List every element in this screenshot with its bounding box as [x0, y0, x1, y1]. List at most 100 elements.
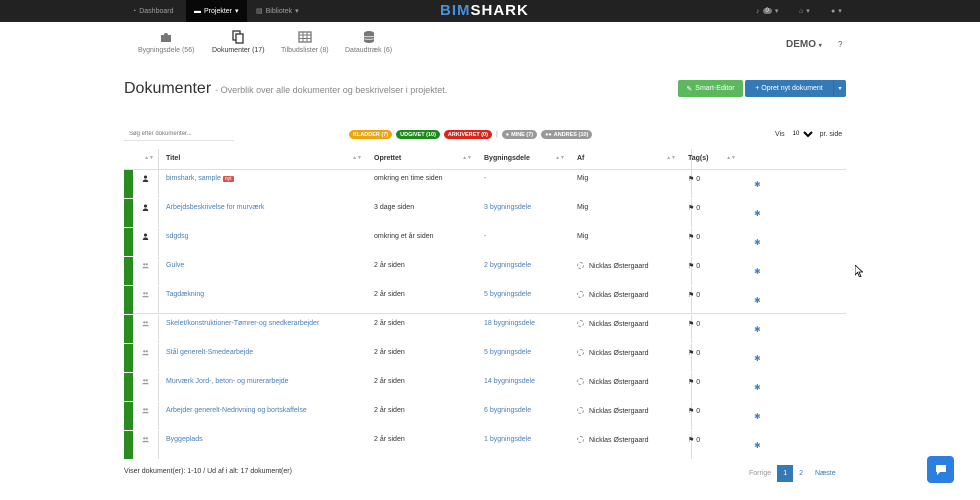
chat-widget-button[interactable] [927, 456, 954, 483]
gear-icon[interactable]: ✱ [754, 441, 761, 450]
filter-arkiveret[interactable]: ARKIVERET (0) [443, 130, 492, 139]
parts-link[interactable]: 5 bygningsdele [484, 291, 531, 298]
header-titel[interactable]: Titel ▲▼ [158, 149, 366, 170]
bell-icon: ♪ [756, 7, 760, 15]
gear-icon[interactable]: ✱ [754, 238, 761, 247]
subnav-dataudtraek[interactable]: Dataudtræk (6) [345, 30, 392, 54]
gear-icon[interactable]: ✱ [754, 296, 761, 305]
subnav-bygningsdele[interactable]: Bygningsdele (56) [138, 30, 194, 54]
pagination-next[interactable]: Næste [809, 465, 842, 482]
document-title-link[interactable]: Stål generelt-Smedearbejde [166, 349, 253, 356]
document-title-link[interactable]: Tagdækning [166, 291, 204, 298]
parts-link[interactable]: 1 bygningsdele [484, 436, 531, 443]
parts-link[interactable]: - [484, 233, 486, 240]
document-title-link[interactable]: Arbejder generelt-Nedrivning og bortskaf… [166, 407, 307, 414]
pagination-prev[interactable]: Forrige [743, 465, 777, 482]
tag-icon: ⚑ [688, 349, 695, 357]
filter-kladder[interactable]: KLADDER (7) [349, 130, 393, 139]
owner-header[interactable]: ▲▼ [133, 149, 158, 170]
smart-editor-button[interactable]: ✎ Smart-Editor [678, 80, 743, 97]
avatar [577, 261, 584, 269]
parts-cell: 3 bygningsdele [476, 198, 569, 228]
folder-icon: ▬ [194, 7, 201, 15]
table-row[interactable]: Tagdækning 2 år siden 5 bygningsdele Nic… [124, 285, 846, 315]
table-row[interactable]: sdgdsg omkring et år siden - Mig ⚑ 0 ✱ [124, 227, 846, 257]
document-title-link[interactable]: sdgdsg [166, 233, 189, 240]
gear-icon[interactable]: ✱ [754, 267, 761, 276]
table-row[interactable]: Arbejdsbeskrivelse for murværk 3 dage si… [124, 198, 846, 228]
table-row[interactable]: bimshark, sample nyt omkring en time side… [124, 169, 846, 199]
owner-cell [133, 169, 158, 199]
nav-projekter[interactable]: ▬ Projekter ▾ [186, 0, 247, 22]
table-row[interactable]: Murværk Jord-, beton- og murerarbejde 2 … [124, 372, 846, 402]
document-title-link[interactable]: Arbejdsbeskrivelse for murværk [166, 204, 264, 211]
filter-mine[interactable]: ● MINE (7) [501, 130, 538, 139]
document-title-link[interactable]: Byggeplads [166, 436, 203, 443]
parts-link[interactable]: 5 bygningsdele [484, 349, 531, 356]
table-row[interactable]: Stål generelt-Smedearbejde 2 år siden 5 … [124, 343, 846, 373]
document-title-link[interactable]: bimshark, sample [166, 175, 221, 182]
notifications-button[interactable]: ♪ 0 ▾ [756, 0, 778, 22]
header-oprettet[interactable]: Oprettet ▲▼ [366, 149, 476, 170]
home-menu-button[interactable]: ⌂ ▾ [799, 0, 810, 22]
pagination-page-1[interactable]: 1 [777, 465, 794, 482]
parts-cell: - [476, 169, 569, 199]
parts-link[interactable]: 18 bygningsdele [484, 320, 535, 327]
parts-link[interactable]: - [484, 175, 486, 182]
bimshark-logo[interactable]: BIMSHARK [440, 2, 529, 19]
document-title-link[interactable]: Murværk Jord-, beton- og murerarbejde [166, 378, 289, 385]
gear-icon[interactable]: ✱ [754, 383, 761, 392]
status-stripe [124, 285, 133, 315]
parts-link[interactable]: 2 bygningsdele [484, 262, 531, 269]
header-af[interactable]: Af ▲▼ [569, 149, 680, 170]
parts-link[interactable]: 3 bygningsdele [484, 204, 531, 211]
project-selector[interactable]: DEMO ▾ [786, 39, 822, 50]
filter-separator: | [495, 131, 498, 138]
tags-cell: ⚑ 0 [680, 401, 740, 431]
title-cell: Stål generelt-Smedearbejde [158, 343, 366, 373]
gear-icon[interactable]: ✱ [754, 180, 761, 189]
nav-dashboard[interactable]: ◔ Dashboard [132, 0, 173, 22]
table-row[interactable]: Arbejder generelt-Nedrivning og bortskaf… [124, 401, 846, 431]
document-title-link[interactable]: Gulve [166, 262, 184, 269]
owner-cell [133, 401, 158, 431]
table-row[interactable]: Byggeplads 2 år siden 1 bygningsdele Nic… [124, 430, 846, 460]
gear-icon[interactable]: ✱ [754, 354, 761, 363]
gear-icon[interactable]: ✱ [754, 209, 761, 218]
new-document-button-group: + Opret nyt dokument ▾ [745, 80, 846, 97]
sort-icon: ▲▼ [666, 155, 676, 161]
search-input[interactable] [124, 128, 234, 141]
notification-count: 0 [762, 8, 772, 14]
users-icon [142, 436, 149, 442]
parts-link[interactable]: 14 bygningsdele [484, 378, 535, 385]
caret-down-icon: ▾ [838, 86, 842, 92]
per-page-select[interactable]: 10 [788, 130, 816, 138]
subnav-dokumenter[interactable]: Dokumenter (17) [212, 30, 265, 54]
results-summary: Viser dokument(er): 1-10 / Ud af i alt: … [124, 468, 292, 475]
new-document-dropdown-toggle[interactable]: ▾ [833, 80, 846, 97]
users-icon [142, 291, 149, 297]
new-document-button[interactable]: + Opret nyt dokument [745, 85, 833, 92]
status-stripe [124, 198, 133, 228]
tag-icon: ⚑ [688, 320, 695, 328]
nav-bibliotek[interactable]: ▤ Bibliotek ▾ [256, 0, 299, 22]
gear-icon[interactable]: ✱ [754, 325, 761, 334]
documents-table: ▲▼ Titel ▲▼ Oprettet ▲▼ Bygningsdele ▲▼ Af ▲… [124, 149, 846, 460]
header-bygningsdele[interactable]: Bygningsdele ▲▼ [476, 149, 569, 170]
table-row[interactable]: Gulve 2 år siden 2 bygningsdele Nicklas … [124, 256, 846, 286]
header-tags[interactable]: Tag(s) ▲▼ [680, 149, 740, 170]
parts-cell: 2 bygningsdele [476, 256, 569, 286]
actions-cell: ✱ [740, 343, 846, 373]
gear-icon[interactable]: ✱ [754, 412, 761, 421]
pagination-page-2[interactable]: 2 [793, 465, 809, 482]
document-title-link[interactable]: Skelet/konstruktioner-Tømrer-og snedkera… [166, 320, 319, 327]
parts-link[interactable]: 6 bygningsdele [484, 407, 531, 414]
avatar [577, 377, 584, 385]
filter-udgivet[interactable]: UDGIVET (10) [396, 130, 440, 139]
users-icon [142, 349, 149, 355]
subnav-tilbudslister[interactable]: Tilbudslister (8) [281, 30, 329, 54]
user-menu-button[interactable]: ● ▾ [831, 0, 842, 22]
help-icon[interactable]: ? [838, 40, 842, 49]
filter-andres[interactable]: ●● ANDRES (10) [541, 130, 593, 139]
table-row[interactable]: Skelet/konstruktioner-Tømrer-og snedkera… [124, 314, 846, 344]
